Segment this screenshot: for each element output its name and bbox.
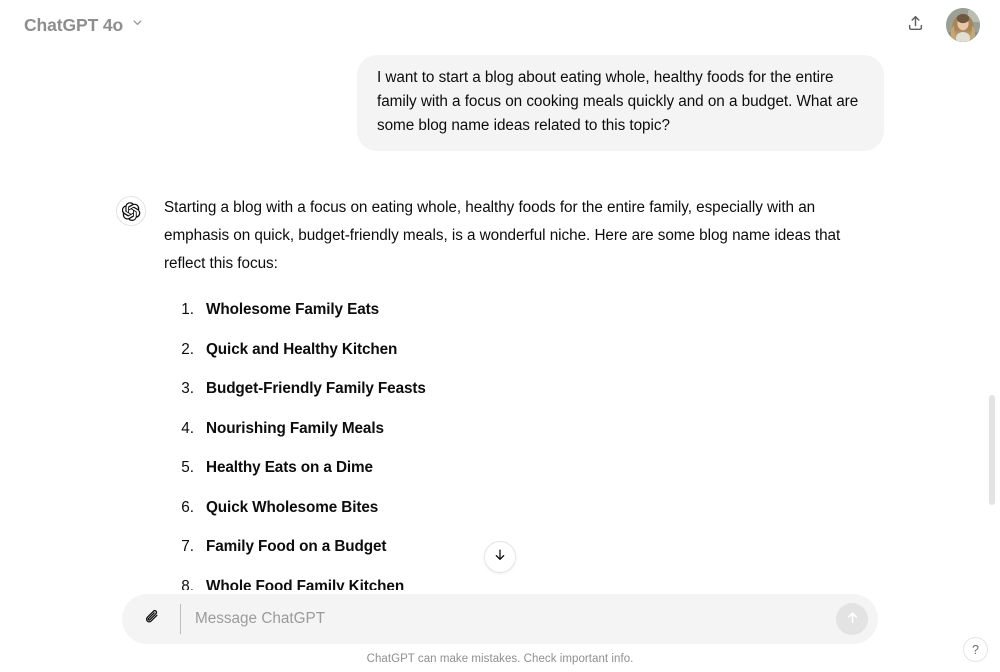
list-item-number: 7. [181,538,194,555]
assistant-message-row: Starting a blog with a focus on eating w… [116,151,884,590]
share-upload-icon [906,14,925,36]
send-message-button[interactable] [836,603,868,635]
user-message-bubble: I want to start a blog about eating whol… [357,55,884,151]
scrollbar-thumb[interactable] [989,395,995,505]
thread-content: I want to start a blog about eating whol… [116,50,884,590]
assistant-message-body: Starting a blog with a focus on eating w… [164,194,884,590]
composer-area: ChatGPT can make mistakes. Check importa… [0,590,1000,672]
chevron-down-icon [130,15,145,35]
list-item: 1. Wholesome Family Eats [164,299,884,321]
list-item-label: Healthy Eats on a Dime [206,459,373,476]
list-item: 3. Budget-Friendly Family Feasts [164,378,884,400]
help-button[interactable]: ? [963,637,988,662]
attach-file-button[interactable] [136,603,168,635]
app-header: ChatGPT 4o [0,0,1000,50]
conversation-thread[interactable]: I want to start a blog about eating whol… [0,50,1000,590]
list-item-number: 8. [181,577,194,591]
list-item-number: 3. [181,380,194,397]
list-item: 5. Healthy Eats on a Dime [164,457,884,479]
list-item-label: Whole Food Family Kitchen [206,577,405,591]
message-input[interactable] [180,604,836,634]
thread-scrollbar[interactable] [987,50,997,590]
arrow-up-icon [844,609,861,629]
paperclip-icon [143,608,162,630]
list-item-number: 2. [181,340,194,358]
list-item: 8. Whole Food Family Kitchen [164,576,884,591]
list-item-label: Wholesome Family Eats [206,301,380,318]
share-upload-button[interactable] [898,8,932,42]
message-composer[interactable] [122,594,878,644]
model-switcher-button[interactable]: ChatGPT 4o [22,10,154,41]
list-item: 2. Quick and Healthy Kitchen [164,339,884,361]
list-item-number: 1. [181,301,194,318]
model-name-label: ChatGPT 4o [24,14,124,35]
scroll-to-bottom-button[interactable] [484,541,516,573]
chatgpt-app-window: ChatGPT 4o I want to start a blog about … [0,0,1000,672]
list-item-label: Quick and Healthy Kitchen [206,340,398,358]
user-message-row: I want to start a blog about eating whol… [116,50,884,151]
arrow-down-icon [492,547,508,568]
list-item: 7. Family Food on a Budget [164,536,884,558]
list-item-label: Nourishing Family Meals [206,419,384,437]
blog-name-list: 1. Wholesome Family Eats 2. Quick and He… [164,299,884,590]
openai-logo-icon [116,196,146,226]
user-avatar-photo[interactable] [946,8,980,42]
list-item-label: Family Food on a Budget [206,538,387,555]
list-item: 6. Quick Wholesome Bites [164,497,884,519]
list-item-number: 5. [181,459,194,476]
list-item-number: 4. [181,419,194,437]
list-item-label: Quick Wholesome Bites [206,498,379,516]
list-item-number: 6. [181,498,194,516]
disclaimer-text: ChatGPT can make mistakes. Check importa… [366,653,634,665]
header-actions [898,8,980,42]
list-item: 4. Nourishing Family Meals [164,418,884,440]
assistant-intro-paragraph: Starting a blog with a focus on eating w… [164,199,841,272]
list-item-label: Budget-Friendly Family Feasts [206,380,426,397]
